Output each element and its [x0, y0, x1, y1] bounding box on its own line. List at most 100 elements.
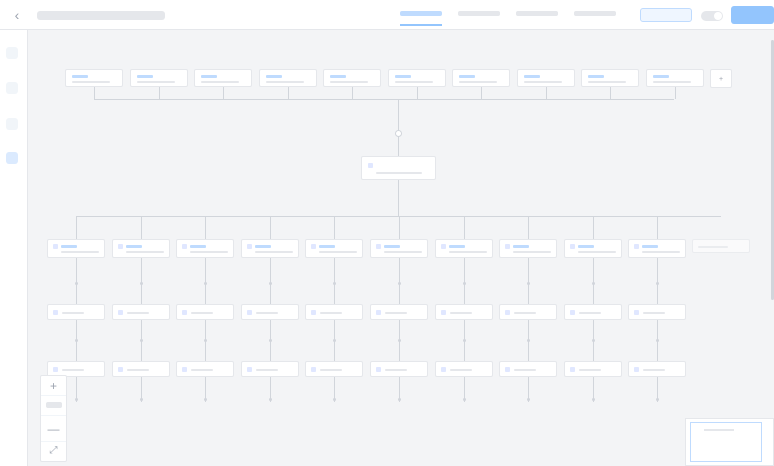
node-title	[190, 245, 207, 248]
node-icon	[505, 310, 511, 315]
toggle-switch[interactable]	[701, 11, 723, 21]
branch-node[interactable]	[628, 239, 687, 258]
branch-node[interactable]	[434, 239, 493, 258]
step-node[interactable]	[370, 361, 428, 377]
tab-4[interactable]	[574, 8, 616, 24]
node-icon	[440, 310, 446, 315]
sidebar-item-3[interactable]	[6, 118, 18, 130]
connector-dot	[656, 398, 660, 401]
flow-canvas[interactable]: +	[28, 30, 774, 466]
chevron-left-icon[interactable]: ‹	[10, 8, 24, 22]
step-node[interactable]	[240, 361, 299, 377]
step-node[interactable]	[563, 304, 622, 320]
tab-1[interactable]	[400, 8, 442, 26]
branch-node[interactable]	[47, 239, 105, 258]
minus-icon[interactable]: —	[41, 422, 66, 436]
step-node[interactable]	[499, 361, 558, 377]
node-label	[255, 312, 278, 314]
tab-label	[400, 11, 442, 16]
junction-handle[interactable]	[395, 130, 402, 137]
connector-dot	[268, 339, 272, 342]
tab-3[interactable]	[516, 8, 558, 24]
node-label	[385, 369, 407, 371]
connector	[528, 258, 530, 304]
branch-node[interactable]	[370, 239, 428, 258]
step-node[interactable]	[111, 361, 170, 377]
node-label	[449, 369, 472, 371]
node-icon	[53, 367, 58, 372]
connector-dot	[333, 398, 337, 401]
connector	[352, 87, 353, 99]
branch-node[interactable]	[176, 239, 235, 258]
add-node-button[interactable]: +	[710, 69, 732, 88]
sidebar-item-2[interactable]	[6, 82, 18, 94]
connector-dot	[398, 282, 401, 285]
connector-dot	[591, 282, 595, 285]
top-node[interactable]	[194, 69, 252, 87]
branch-node[interactable]	[563, 239, 622, 258]
top-node[interactable]	[258, 69, 317, 87]
step-node[interactable]	[305, 361, 364, 377]
sidebar-item-4[interactable]	[6, 152, 18, 164]
branch-node[interactable]	[692, 239, 750, 253]
center-node[interactable]	[361, 156, 436, 180]
connector	[416, 87, 418, 99]
step-node[interactable]	[499, 304, 558, 320]
step-node[interactable]	[47, 304, 105, 320]
step-node[interactable]	[305, 304, 364, 320]
step-node[interactable]	[434, 304, 493, 320]
node-icon	[53, 244, 58, 249]
node-icon	[246, 310, 252, 315]
top-node[interactable]	[581, 69, 639, 87]
tab-2[interactable]	[458, 8, 500, 24]
connector	[657, 258, 659, 304]
connector-dot	[462, 398, 466, 401]
top-node[interactable]	[516, 69, 575, 87]
connector-dot	[333, 282, 337, 285]
top-node[interactable]	[387, 69, 446, 87]
minimap-viewport[interactable]	[690, 422, 762, 462]
node-title	[72, 75, 88, 78]
tab-label	[574, 11, 616, 16]
connector	[610, 87, 611, 99]
top-node[interactable]	[65, 69, 123, 87]
page-title	[37, 11, 165, 20]
node-title	[384, 245, 400, 248]
top-node[interactable]	[129, 69, 188, 87]
step-node[interactable]	[176, 304, 235, 320]
branch-node[interactable]	[305, 239, 364, 258]
node-label	[320, 312, 343, 314]
step-node[interactable]	[111, 304, 170, 320]
step-node[interactable]	[628, 361, 687, 377]
plus-icon[interactable]: +	[41, 379, 66, 393]
branch-node[interactable]	[499, 239, 558, 258]
step-node[interactable]	[434, 361, 493, 377]
top-node[interactable]	[645, 69, 704, 87]
node-label	[126, 369, 149, 371]
node-icon	[440, 244, 446, 249]
connector-dot	[527, 282, 531, 285]
step-node[interactable]	[370, 304, 428, 320]
top-node[interactable]	[452, 69, 510, 87]
step-node[interactable]	[240, 304, 299, 320]
minimap[interactable]	[685, 418, 774, 466]
connector	[463, 258, 465, 304]
step-node[interactable]	[176, 361, 235, 377]
secondary-button[interactable]	[640, 8, 692, 22]
node-icon	[569, 310, 575, 315]
node-subtitle	[72, 81, 110, 83]
node-title	[577, 245, 594, 248]
branch-node[interactable]	[111, 239, 170, 258]
connector	[140, 258, 142, 304]
node-label	[578, 369, 601, 371]
branch-node[interactable]	[240, 239, 299, 258]
step-node[interactable]	[628, 304, 687, 320]
top-node[interactable]	[323, 69, 381, 87]
sidebar-item-1[interactable]	[6, 47, 18, 59]
node-title	[513, 245, 530, 248]
step-node[interactable]	[563, 361, 622, 377]
primary-button[interactable]	[731, 6, 774, 24]
connector	[287, 87, 289, 99]
connector	[76, 258, 77, 304]
expand-icon[interactable]: ⤢	[41, 444, 66, 458]
